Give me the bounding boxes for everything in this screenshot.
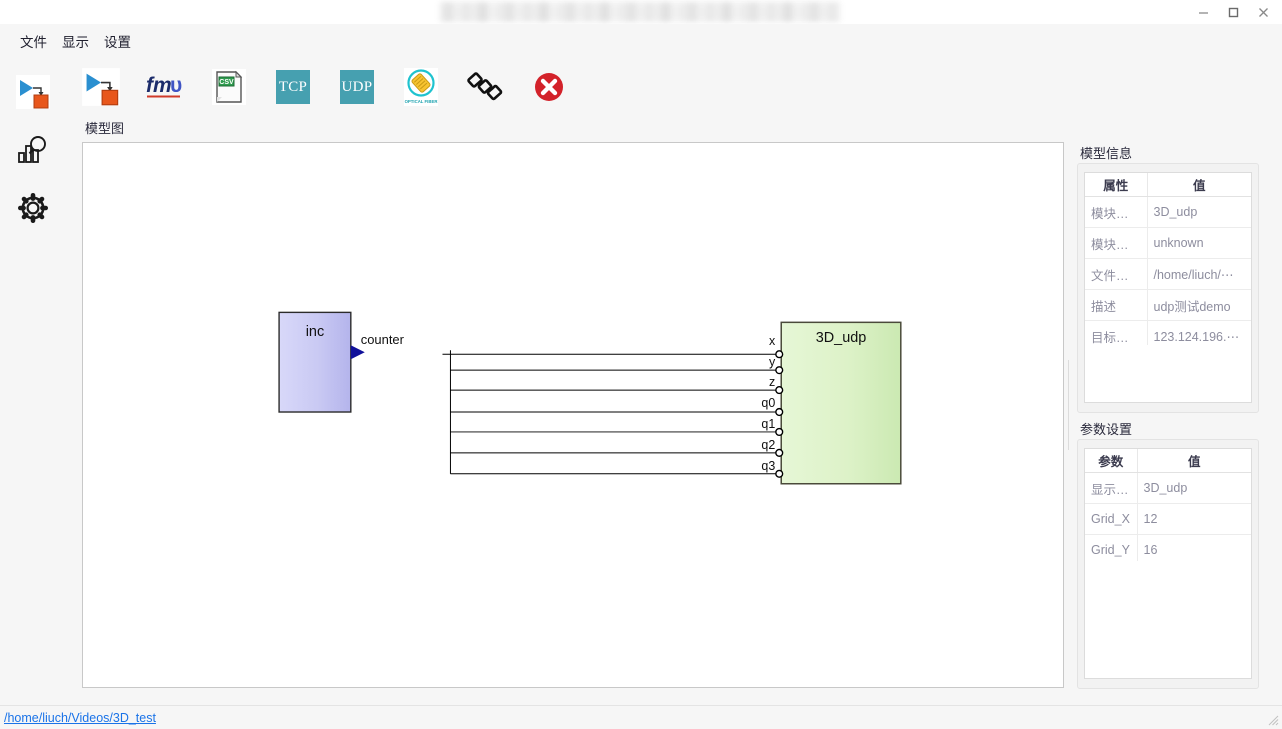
port-label-x: x bbox=[769, 334, 776, 348]
table-row: 显示名称 3D_udp bbox=[1085, 472, 1251, 504]
minimize-button[interactable] bbox=[1188, 0, 1218, 24]
model-diagram-canvas[interactable]: inc counter 3D_udp x y z q0 q1 q2 q3 bbox=[82, 142, 1064, 688]
parameter-settings-panel: 参数设置 参数 值 显示名称 3D_udp Grid_X 12 Grid_Y 1… bbox=[1075, 419, 1259, 689]
diagram-svg: inc counter 3D_udp x y z q0 q1 q2 q3 bbox=[278, 311, 902, 485]
parameter-settings-title: 参数设置 bbox=[1077, 419, 1136, 438]
udp-icon: UDP bbox=[340, 70, 374, 104]
port-label-q3: q3 bbox=[761, 459, 775, 473]
run-model-icon bbox=[82, 68, 120, 106]
sidebar-item-analysis[interactable] bbox=[12, 129, 54, 171]
model-info-panel: 模型信息 属性 值 模块名称 3D_udp 模块类型 unknown 文件路径 … bbox=[1075, 143, 1259, 413]
param-value-1[interactable]: 12 bbox=[1137, 503, 1251, 535]
menu-settings[interactable]: 设置 bbox=[98, 28, 137, 54]
block-inc-label: inc bbox=[306, 324, 324, 340]
inc-output-port bbox=[350, 345, 365, 360]
sidebar-item-settings[interactable] bbox=[12, 187, 54, 229]
application-window: 文件 显示 设置 fm υ CSV TCP UDP OPTICAL FIBER … bbox=[0, 0, 1282, 729]
status-bar: /home/liuch/Videos/3D_test bbox=[0, 705, 1282, 729]
port-label-q0: q0 bbox=[761, 396, 775, 410]
fmu-icon: fm υ bbox=[146, 74, 182, 98]
model-info-key-3: 描述 bbox=[1085, 289, 1148, 321]
menu-file[interactable]: 文件 bbox=[14, 28, 53, 54]
sidebar-item-model[interactable] bbox=[12, 71, 54, 113]
sidebar bbox=[0, 57, 66, 705]
param-header-value: 值 bbox=[1136, 449, 1251, 473]
toolbar-csv[interactable]: CSV bbox=[208, 66, 250, 108]
svg-text:fm: fm bbox=[146, 74, 172, 97]
panel-splitter[interactable] bbox=[1066, 120, 1071, 688]
connection-wires bbox=[442, 350, 779, 475]
tcp-icon: TCP bbox=[276, 70, 310, 104]
parameter-settings-body: 参数 值 显示名称 3D_udp Grid_X 12 Grid_Y 16 bbox=[1077, 439, 1259, 689]
block-3d-udp-label: 3D_udp bbox=[816, 330, 867, 346]
port-label-q1: q1 bbox=[761, 417, 775, 431]
model-info-title: 模型信息 bbox=[1077, 143, 1136, 162]
param-header-name: 参数 bbox=[1085, 449, 1137, 473]
delete-x-icon bbox=[535, 73, 563, 101]
svg-text:υ: υ bbox=[170, 74, 182, 97]
parameter-table[interactable]: 参数 值 显示名称 3D_udp Grid_X 12 Grid_Y 16 bbox=[1084, 448, 1252, 567]
toolbar-udp[interactable]: UDP bbox=[336, 66, 378, 108]
close-button[interactable] bbox=[1248, 0, 1278, 24]
resize-grip-icon[interactable] bbox=[1265, 712, 1279, 729]
menu-view[interactable]: 显示 bbox=[56, 28, 95, 54]
model-info-value-1[interactable]: unknown bbox=[1147, 227, 1251, 259]
toolbar-link[interactable] bbox=[464, 66, 506, 108]
port-label-q2: q2 bbox=[761, 438, 775, 452]
model-info-value-2[interactable]: /home/liuch/⋯ bbox=[1147, 258, 1251, 290]
table-row: 模块类型 unknown bbox=[1085, 227, 1251, 259]
model-info-key-2: 文件路径 bbox=[1085, 258, 1148, 290]
table-row: 模块名称 3D_udp bbox=[1085, 196, 1251, 228]
table-header-row: 参数 值 bbox=[1085, 449, 1251, 473]
model-info-key-1: 模块类型 bbox=[1085, 227, 1148, 259]
model-diagram-panel: 模型图 inc counter 3D_udp x y z q0 q1 q2 q3 bbox=[80, 118, 1064, 688]
toolbar-optical-fiber[interactable]: OPTICAL FIBER bbox=[400, 66, 442, 108]
svg-text:OPTICAL FIBER: OPTICAL FIBER bbox=[405, 99, 439, 104]
table-header-row: 属性 值 bbox=[1085, 173, 1251, 197]
gear-icon bbox=[18, 193, 49, 224]
model-info-key-0: 模块名称 bbox=[1085, 196, 1148, 228]
model-info-body: 属性 值 模块名称 3D_udp 模块类型 unknown 文件路径 /home… bbox=[1077, 163, 1259, 413]
block-inc: inc bbox=[278, 311, 352, 413]
model-info-header-attr: 属性 bbox=[1085, 173, 1147, 197]
table-row: 文件路径 /home/liuch/⋯ bbox=[1085, 258, 1251, 290]
model-diagram-title: 模型图 bbox=[82, 118, 128, 137]
toolbar-fmu[interactable]: fm υ bbox=[144, 66, 186, 108]
status-path-link[interactable]: /home/liuch/Videos/3D_test bbox=[4, 711, 156, 725]
maximize-button[interactable] bbox=[1218, 0, 1248, 24]
port-label-z: z bbox=[769, 375, 775, 389]
csv-file-icon: CSV bbox=[212, 69, 246, 105]
model-info-value-3[interactable]: udp测试demo bbox=[1147, 289, 1251, 321]
model-flow-icon bbox=[16, 75, 50, 109]
param-key-0: 显示名称 bbox=[1085, 472, 1138, 504]
toolbar-delete[interactable] bbox=[528, 66, 570, 108]
model-info-empty-area bbox=[1084, 345, 1252, 403]
window-controls bbox=[1188, 0, 1278, 24]
link-chain-icon bbox=[467, 72, 503, 101]
window-title-redacted bbox=[440, 2, 840, 22]
input-port-labels: x y z q0 q1 q2 q3 bbox=[761, 334, 776, 473]
toolbar-tcp[interactable]: TCP bbox=[272, 66, 314, 108]
model-info-header-value: 值 bbox=[1146, 173, 1251, 197]
connection-label: counter bbox=[361, 332, 405, 347]
title-bar bbox=[0, 0, 1282, 25]
port-label-y: y bbox=[769, 355, 776, 369]
toolbar: fm υ CSV TCP UDP OPTICAL FIBER bbox=[66, 57, 1282, 117]
parameter-empty-area bbox=[1084, 561, 1252, 679]
svg-text:CSV: CSV bbox=[219, 79, 234, 86]
model-info-value-0[interactable]: 3D_udp bbox=[1147, 196, 1251, 228]
model-info-table[interactable]: 属性 值 模块名称 3D_udp 模块类型 unknown 文件路径 /home… bbox=[1084, 172, 1252, 353]
toolbar-run[interactable] bbox=[80, 66, 122, 108]
param-value-0[interactable]: 3D_udp bbox=[1137, 472, 1251, 504]
block-3d-udp: 3D_udp bbox=[780, 321, 902, 485]
table-row: 描述 udp测试demo bbox=[1085, 289, 1251, 321]
table-row: Grid_X 12 bbox=[1085, 503, 1251, 535]
optical-fiber-icon: OPTICAL FIBER bbox=[404, 68, 439, 106]
param-key-1: Grid_X bbox=[1085, 503, 1138, 535]
menu-bar: 文件 显示 设置 bbox=[0, 24, 1282, 57]
chart-search-icon bbox=[18, 136, 46, 163]
